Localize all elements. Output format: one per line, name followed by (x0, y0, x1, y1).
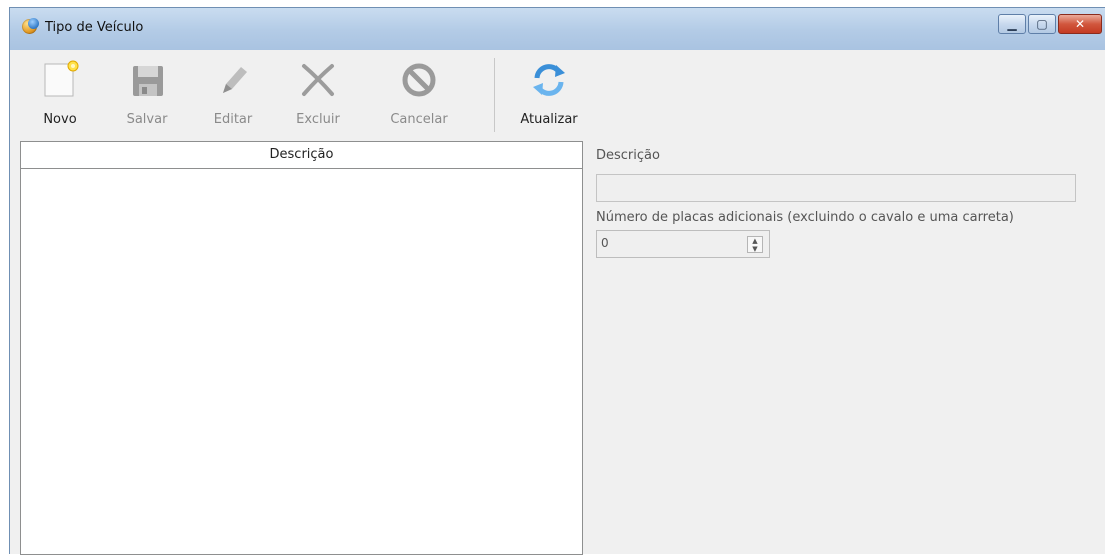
minimize-icon: ▁ (1007, 17, 1017, 31)
close-button[interactable]: ✕ (1058, 14, 1102, 34)
app-globe-icon (22, 18, 39, 34)
close-icon: ✕ (1074, 17, 1086, 31)
minimize-button[interactable]: ▁ (998, 14, 1026, 34)
maximize-icon: ▢ (1036, 17, 1048, 31)
novo-label: Novo (43, 112, 77, 127)
novo-button[interactable]: Novo (25, 56, 95, 134)
stepper-down-icon[interactable]: ▼ (748, 245, 762, 253)
toolbar: Novo Salvar Editar Excluir Cancelar Atua… (10, 50, 1105, 136)
save-icon (133, 66, 163, 96)
salvar-label: Salvar (126, 112, 168, 127)
editar-label: Editar (213, 112, 253, 127)
refresh-icon (533, 64, 565, 96)
new-document-icon (44, 60, 79, 97)
cancelar-button[interactable]: Cancelar (384, 56, 454, 134)
column-header-descricao[interactable]: Descrição (21, 142, 582, 169)
window-controls: ▁ ▢ ✕ (996, 14, 1102, 36)
main-window: Tipo de Veículo ▁ ▢ ✕ Novo Salvar Editar… (9, 7, 1105, 555)
cancel-icon (402, 63, 436, 97)
placas-stepper[interactable]: 0 ▲ ▼ (596, 230, 770, 258)
toolbar-separator (494, 58, 495, 132)
descricao-label: Descrição (596, 148, 660, 163)
atualizar-label: Atualizar (520, 112, 578, 127)
excluir-button[interactable]: Excluir (283, 56, 353, 134)
atualizar-button[interactable]: Atualizar (514, 56, 584, 134)
stepper-arrows[interactable]: ▲ ▼ (747, 236, 763, 253)
descricao-field[interactable] (596, 174, 1076, 202)
excluir-label: Excluir (296, 112, 340, 127)
pencil-icon (223, 67, 247, 93)
title-bar[interactable]: Tipo de Veículo ▁ ▢ ✕ (10, 8, 1105, 51)
maximize-button[interactable]: ▢ (1028, 14, 1056, 34)
placas-label: Número de placas adicionais (excluindo o… (596, 210, 1014, 225)
cancelar-label: Cancelar (390, 112, 448, 127)
stepper-up-icon[interactable]: ▲ (748, 237, 762, 245)
delete-x-icon (302, 64, 334, 96)
editar-button[interactable]: Editar (198, 56, 268, 134)
records-grid[interactable]: Descrição (20, 141, 583, 555)
placas-value: 0 (601, 236, 609, 250)
salvar-button[interactable]: Salvar (112, 56, 182, 134)
window-title: Tipo de Veículo (45, 20, 144, 35)
